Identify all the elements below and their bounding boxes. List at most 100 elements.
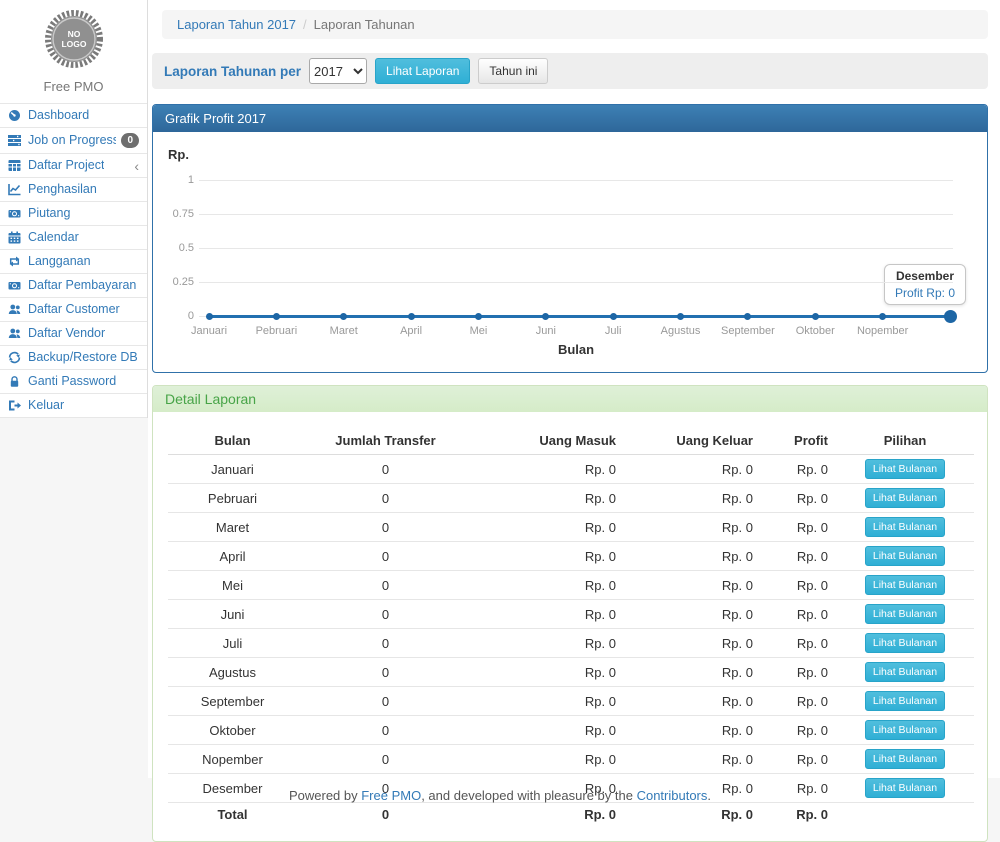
dashboard-icon	[8, 109, 23, 122]
data-point-januari[interactable]	[206, 313, 213, 320]
cell-pilihan: Lihat Bulanan	[836, 716, 974, 745]
money-icon	[8, 279, 23, 292]
lihat-bulanan-button[interactable]: Lihat Bulanan	[865, 575, 945, 595]
sidebar-item-penghasilan[interactable]: Penghasilan	[0, 178, 147, 202]
main-content: Laporan Tahun 2017/Laporan Tahunan Lapor…	[148, 0, 1000, 778]
calendar-icon	[8, 231, 23, 244]
lihat-bulanan-button[interactable]: Lihat Bulanan	[865, 720, 945, 740]
cell-uang-keluar: Rp. 0	[624, 542, 761, 571]
contributors-link[interactable]: Contributors	[637, 788, 708, 803]
cell-uang-keluar: Rp. 0	[624, 484, 761, 513]
x-tick-label: September	[710, 325, 786, 337]
cell-uang-masuk: Rp. 0	[474, 571, 624, 600]
tahun-ini-button[interactable]: Tahun ini	[478, 58, 548, 84]
cell-pilihan	[836, 803, 974, 827]
gridline	[199, 214, 953, 215]
profit-chart: Rp. Desember Profit Rp: 0 Bulan 00.250.5…	[168, 147, 972, 357]
data-point-juli[interactable]	[610, 313, 617, 320]
footer-text: , and developed with pleasure by the	[421, 788, 636, 803]
cell-bulan: April	[168, 542, 297, 571]
year-select[interactable]: 2017	[309, 58, 367, 84]
chevron-left-icon: ‹	[134, 161, 139, 171]
cell-bulan: Januari	[168, 455, 297, 484]
breadcrumb-link[interactable]: Laporan Tahun 2017	[177, 17, 296, 32]
sidebar-item-piutang[interactable]: Piutang	[0, 202, 147, 226]
data-point-mei[interactable]	[475, 313, 482, 320]
cell-bulan: Juni	[168, 600, 297, 629]
column-header-pilihan: Pilihan	[836, 427, 974, 455]
detail-laporan-panel: Detail Laporan BulanJumlah TransferUang …	[152, 385, 988, 842]
data-point-juni[interactable]	[542, 313, 549, 320]
sidebar-item-langganan[interactable]: Langganan	[0, 250, 147, 274]
report-filter-bar: Laporan Tahunan per 2017 Lihat Laporan T…	[152, 53, 988, 89]
sidebar-item-label: Daftar Pembayaran	[28, 279, 136, 292]
lihat-laporan-button[interactable]: Lihat Laporan	[375, 58, 470, 84]
cell-uang-keluar: Rp. 0	[624, 716, 761, 745]
lihat-bulanan-button[interactable]: Lihat Bulanan	[865, 604, 945, 624]
sidebar-item-ganti-password[interactable]: Ganti Password	[0, 370, 147, 394]
lihat-bulanan-button[interactable]: Lihat Bulanan	[865, 546, 945, 566]
users-icon	[8, 303, 23, 316]
refresh-icon	[8, 351, 23, 364]
cell-profit: Rp. 0	[761, 803, 836, 827]
table-row: Nopember0Rp. 0Rp. 0Rp. 0Lihat Bulanan	[168, 745, 974, 774]
data-point-september[interactable]	[744, 313, 751, 320]
table-row: Januari0Rp. 0Rp. 0Rp. 0Lihat Bulanan	[168, 455, 974, 484]
sidebar-item-backup-restore-db[interactable]: Backup/Restore DB	[0, 346, 147, 370]
sign-out-icon	[8, 399, 23, 412]
free-pmo-link[interactable]: Free PMO	[361, 788, 421, 803]
cell-uang-masuk: Rp. 0	[474, 513, 624, 542]
lihat-bulanan-button[interactable]: Lihat Bulanan	[865, 459, 945, 479]
total-row: Total0Rp. 0Rp. 0Rp. 0	[168, 803, 974, 827]
cell-profit: Rp. 0	[761, 484, 836, 513]
sidebar-menu: DashboardJob on Progress0Daftar Project‹…	[0, 103, 147, 418]
sidebar-item-calendar[interactable]: Calendar	[0, 226, 147, 250]
tooltip-month: Desember	[895, 269, 955, 283]
sidebar-item-label: Daftar Customer	[28, 303, 120, 316]
cell-uang-keluar: Rp. 0	[624, 629, 761, 658]
cell-uang-keluar: Rp. 0	[624, 455, 761, 484]
lihat-bulanan-button[interactable]: Lihat Bulanan	[865, 749, 945, 769]
table-row: Mei0Rp. 0Rp. 0Rp. 0Lihat Bulanan	[168, 571, 974, 600]
sidebar-item-daftar-project[interactable]: Daftar Project‹	[0, 154, 147, 178]
cell-uang-masuk: Rp. 0	[474, 716, 624, 745]
x-tick-label: Mei	[440, 325, 516, 337]
data-point-maret[interactable]	[340, 313, 347, 320]
svg-text:NO: NO	[67, 29, 80, 39]
lihat-bulanan-button[interactable]: Lihat Bulanan	[865, 633, 945, 653]
cell-bulan: Oktober	[168, 716, 297, 745]
cell-profit: Rp. 0	[761, 658, 836, 687]
data-point-april[interactable]	[408, 313, 415, 320]
cell-pilihan: Lihat Bulanan	[836, 629, 974, 658]
sidebar-item-daftar-pembayaran[interactable]: Daftar Pembayaran	[0, 274, 147, 298]
cell-pilihan: Lihat Bulanan	[836, 484, 974, 513]
lihat-bulanan-button[interactable]: Lihat Bulanan	[865, 517, 945, 537]
logo-box: NO LOGO Free PMO	[0, 0, 147, 103]
lihat-bulanan-button[interactable]: Lihat Bulanan	[865, 662, 945, 682]
footer: Powered by Free PMO, and developed with …	[0, 788, 1000, 803]
data-point-nopember[interactable]	[879, 313, 886, 320]
lihat-bulanan-button[interactable]: Lihat Bulanan	[865, 488, 945, 508]
sidebar-item-daftar-customer[interactable]: Daftar Customer	[0, 298, 147, 322]
data-point-desember[interactable]	[944, 310, 957, 323]
cell-bulan: Maret	[168, 513, 297, 542]
sidebar-item-keluar[interactable]: Keluar	[0, 394, 147, 418]
cell-pilihan: Lihat Bulanan	[836, 658, 974, 687]
cell-jumlah-transfer: 0	[297, 455, 474, 484]
table-row: Pebruari0Rp. 0Rp. 0Rp. 0Lihat Bulanan	[168, 484, 974, 513]
table-row: Agustus0Rp. 0Rp. 0Rp. 0Lihat Bulanan	[168, 658, 974, 687]
lock-icon	[8, 375, 23, 388]
data-point-oktober[interactable]	[812, 313, 819, 320]
y-tick-label: 1	[168, 174, 194, 186]
data-point-pebruari[interactable]	[273, 313, 280, 320]
sidebar-item-dashboard[interactable]: Dashboard	[0, 104, 147, 128]
sidebar-item-daftar-vendor[interactable]: Daftar Vendor	[0, 322, 147, 346]
sidebar-item-label: Penghasilan	[28, 183, 97, 196]
lihat-bulanan-button[interactable]: Lihat Bulanan	[865, 691, 945, 711]
x-tick-label: April	[373, 325, 449, 337]
data-point-agustus[interactable]	[677, 313, 684, 320]
sidebar-item-job-on-progress[interactable]: Job on Progress0	[0, 128, 147, 154]
breadcrumb-separator: /	[303, 17, 307, 32]
report-table: BulanJumlah TransferUang MasukUang Kelua…	[168, 427, 974, 826]
column-header-jumlah-transfer: Jumlah Transfer	[297, 427, 474, 455]
